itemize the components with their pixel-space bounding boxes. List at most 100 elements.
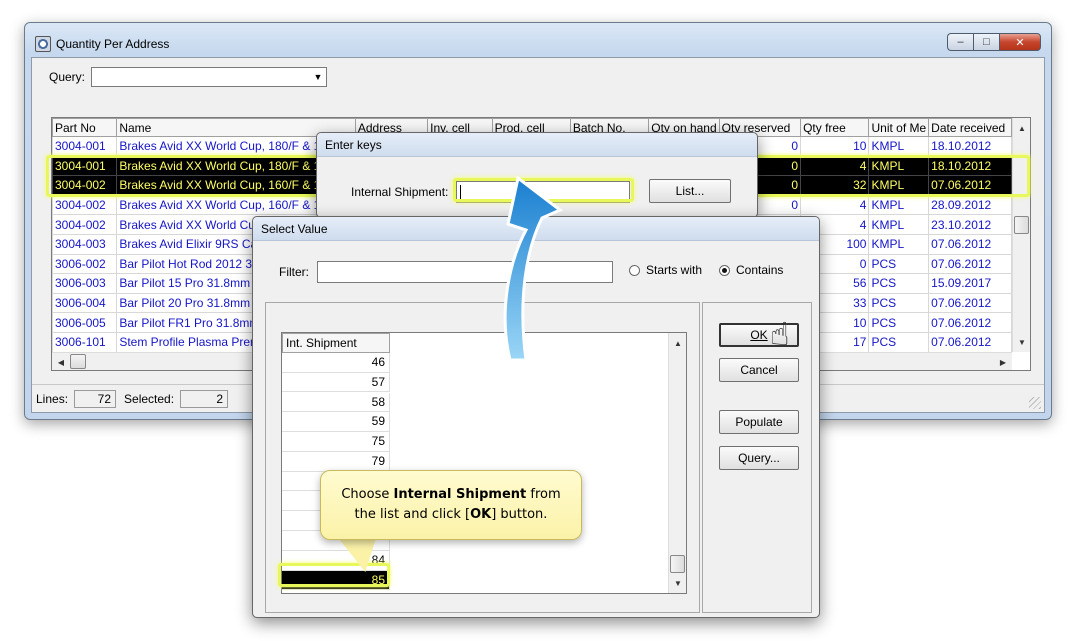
cell-date[interactable]: 07.06.2012 — [928, 175, 1012, 196]
enter-keys-title: Enter keys — [317, 133, 757, 157]
selected-label: Selected: — [124, 391, 175, 406]
query-combobox[interactable]: ▼ — [91, 67, 328, 87]
scroll-down-icon[interactable]: ▼ — [1014, 334, 1030, 350]
cell-date[interactable]: 23.10.2012 — [928, 214, 1012, 235]
cell-unit[interactable]: KMPL — [868, 155, 930, 177]
list-item[interactable]: 57 — [282, 372, 390, 393]
select-value-dialog: Select Value Filter: Starts with Contain… — [252, 216, 820, 618]
internal-shipment-input[interactable] — [456, 181, 631, 203]
cell-part[interactable]: 3004-002 — [52, 175, 118, 196]
resize-grip-icon[interactable] — [1029, 397, 1041, 409]
cell-unit[interactable]: KMPL — [868, 136, 930, 157]
cell-date[interactable]: 18.10.2012 — [928, 136, 1012, 157]
cell-date[interactable]: 07.06.2012 — [928, 253, 1012, 275]
cancel-button[interactable]: Cancel — [719, 358, 799, 382]
contains-radio[interactable]: Contains — [719, 263, 783, 277]
query-row: Query: ▼ — [49, 67, 328, 87]
list-scroll-thumb[interactable] — [670, 555, 685, 573]
starts-with-label: Starts with — [646, 263, 703, 277]
cell-free[interactable]: 32 — [800, 175, 870, 196]
app-icon — [35, 36, 51, 52]
list-scroll-down-icon[interactable]: ▼ — [670, 575, 686, 591]
list-item[interactable]: 79 — [282, 452, 390, 472]
list-button[interactable]: List... — [649, 179, 731, 203]
grid-column-header[interactable]: Part No — [52, 118, 118, 137]
scroll-up-icon[interactable]: ▲ — [1014, 120, 1030, 136]
cell-date[interactable]: 07.06.2012 — [928, 331, 1012, 352]
grid-column-header[interactable]: Unit of Me — [868, 118, 930, 137]
scroll-right-icon[interactable]: ▶ — [995, 354, 1011, 370]
grid-column-header[interactable]: Date received — [928, 118, 1012, 137]
callout-text-1: Choose — [341, 487, 394, 502]
cell-part[interactable]: 3006-002 — [52, 253, 118, 275]
cell-unit[interactable]: KMPL — [868, 233, 930, 255]
grid-vertical-scrollbar[interactable]: ▲ ▼ — [1012, 118, 1030, 352]
filter-input[interactable] — [317, 261, 613, 283]
grid-column-header[interactable]: Qty free — [800, 118, 870, 137]
query-label: Query: — [49, 70, 86, 84]
populate-button[interactable]: Populate — [719, 410, 799, 434]
cell-date[interactable]: 07.06.2012 — [928, 292, 1012, 314]
scroll-thumb[interactable] — [1014, 216, 1029, 234]
cell-part[interactable]: 3006-003 — [52, 273, 118, 294]
cell-date[interactable]: 07.06.2012 — [928, 233, 1012, 255]
lines-label: Lines: — [36, 391, 69, 406]
cell-unit[interactable]: PCS — [868, 273, 930, 294]
list-item[interactable]: 75 — [282, 432, 390, 452]
list-item[interactable]: 85 — [282, 570, 390, 591]
starts-with-radio[interactable]: Starts with — [629, 263, 702, 277]
cell-unit[interactable]: KMPL — [868, 214, 930, 235]
hscroll-thumb[interactable] — [70, 354, 86, 369]
maximize-icon[interactable]: □ — [973, 33, 999, 51]
int-shipment-column-header[interactable]: Int. Shipment — [282, 333, 390, 353]
list-scroll-up-icon[interactable]: ▲ — [670, 335, 686, 351]
scroll-left-icon[interactable]: ◀ — [53, 354, 69, 370]
cell-free[interactable]: 4 — [800, 194, 870, 216]
cell-part[interactable]: 3004-003 — [52, 233, 118, 255]
cell-date[interactable]: 07.06.2012 — [928, 312, 1012, 333]
cell-unit[interactable]: PCS — [868, 253, 930, 275]
cell-unit[interactable]: KMPL — [868, 194, 930, 216]
int-shipment-list[interactable]: Int. Shipment 46 57 58 59 75 79 84 85 ▲ ▼ — [281, 332, 687, 594]
callout-bold-1: Internal Shipment — [393, 487, 527, 502]
list-item[interactable]: 46 — [282, 353, 390, 373]
callout-text: Choose Internal Shipment from the list a… — [331, 485, 571, 525]
internal-shipment-label: Internal Shipment: — [351, 185, 449, 199]
callout-text-3: ] button. — [491, 507, 548, 522]
close-icon[interactable]: ✕ — [999, 33, 1041, 51]
list-vertical-scrollbar[interactable]: ▲ ▼ — [668, 333, 686, 593]
cell-part[interactable]: 3006-101 — [52, 331, 118, 352]
internal-shipment-row: Internal Shipment: — [351, 181, 631, 203]
cell-date[interactable]: 18.10.2012 — [928, 155, 1012, 177]
cell-unit[interactable]: PCS — [868, 292, 930, 314]
radio-contains-dot[interactable] — [719, 264, 730, 276]
window-title-bar: Quantity Per Address — [35, 35, 169, 53]
cell-part[interactable]: 3004-002 — [52, 214, 118, 235]
cell-part[interactable]: 3004-001 — [52, 155, 118, 177]
filter-label: Filter: — [279, 265, 309, 279]
radio-starts-dot[interactable] — [629, 264, 640, 276]
instruction-callout: Choose Internal Shipment from the list a… — [320, 470, 582, 540]
cancel-label: Cancel — [740, 363, 778, 377]
callout-bold-2: OK — [470, 507, 492, 522]
chevron-down-icon[interactable]: ▼ — [310, 68, 326, 86]
list-item[interactable]: 58 — [282, 392, 390, 413]
cell-unit[interactable]: PCS — [868, 312, 930, 333]
query-button[interactable]: Query... — [719, 446, 799, 470]
select-value-title: Select Value — [253, 217, 819, 241]
cell-free[interactable]: 4 — [800, 155, 870, 177]
cell-unit[interactable]: PCS — [868, 331, 930, 352]
cell-free[interactable]: 10 — [800, 136, 870, 157]
cell-date[interactable]: 28.09.2012 — [928, 194, 1012, 216]
cell-part[interactable]: 3004-002 — [52, 194, 118, 216]
cell-unit[interactable]: KMPL — [868, 175, 930, 196]
cell-part[interactable]: 3004-001 — [52, 136, 118, 157]
window-title: Quantity Per Address — [56, 37, 170, 51]
list-item[interactable]: 59 — [282, 412, 390, 432]
text-caret — [460, 185, 462, 199]
contains-label: Contains — [736, 263, 784, 277]
cell-date[interactable]: 15.09.2017 — [928, 273, 1012, 294]
cell-part[interactable]: 3006-005 — [52, 312, 118, 333]
minimize-icon[interactable]: – — [947, 33, 973, 51]
cell-part[interactable]: 3006-004 — [52, 292, 118, 314]
